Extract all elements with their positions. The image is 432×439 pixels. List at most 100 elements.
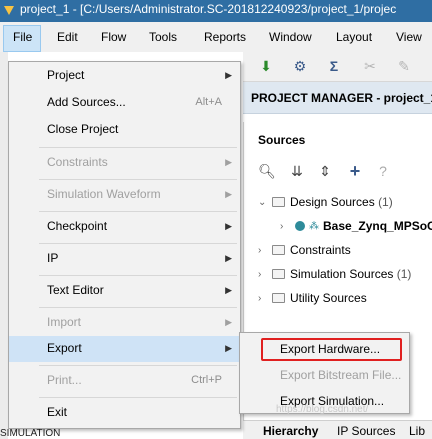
window-title: project_1 - [C:/Users/Administrator.SC-2…: [20, 2, 397, 16]
menu-flow[interactable]: Flow: [101, 30, 126, 44]
menu-item-label: Constraints: [47, 155, 108, 169]
menu-item-label: Checkpoint: [47, 219, 108, 233]
submenu-arrow-icon: ▶: [225, 253, 232, 263]
menu-layout[interactable]: Layout: [336, 30, 372, 44]
menu-item-checkpoint[interactable]: Checkpoint ▶: [9, 214, 240, 240]
tree-label: Design Sources: [290, 195, 375, 209]
tab-hierarchy[interactable]: Hierarchy: [263, 424, 318, 438]
menu-item-constraints[interactable]: Constraints ▶: [9, 150, 240, 176]
tree-label: Constraints: [290, 243, 351, 257]
tab-libraries[interactable]: Lib: [409, 424, 425, 438]
sources-title: Sources: [258, 133, 306, 147]
flow-navigator-edge: [0, 52, 8, 439]
sources-bottom-tabs: Hierarchy IP Sources Lib: [243, 420, 432, 439]
project-manager-header: PROJECT MANAGER - project_1: [243, 82, 432, 114]
tree-label: Simulation Sources: [290, 267, 394, 281]
file-menu-dropdown: Project ▶ Add Sources... Alt+A Close Pro…: [8, 61, 241, 429]
watermark-text: https://blog.csdn.net/: [276, 404, 369, 415]
vivado-logo-icon: [4, 6, 14, 15]
block-design-icon: [295, 221, 305, 231]
submenu-arrow-icon: ▶: [225, 157, 232, 167]
main-toolbar: ⬇ ⚙ Σ ✂ ✎: [243, 52, 432, 82]
submenu-arrow-icon: ▶: [225, 343, 232, 353]
chevron-right-icon[interactable]: ›: [280, 221, 292, 232]
menu-separator: [39, 211, 237, 212]
tree-item-constraints[interactable]: › Constraints: [258, 241, 351, 259]
folder-icon: [272, 245, 285, 255]
menu-item-add-sources[interactable]: Add Sources... Alt+A: [9, 90, 240, 116]
chevron-right-icon[interactable]: ›: [258, 245, 270, 256]
menu-view[interactable]: View: [396, 30, 422, 44]
menu-item-exit[interactable]: Exit: [9, 400, 240, 426]
tree-label: Base_Zynq_MPSoC: [323, 219, 432, 233]
download-icon[interactable]: ⬇: [257, 57, 275, 75]
annotation-highlight-box: [261, 338, 402, 361]
tree-count: (1): [378, 195, 393, 209]
sources-toolbar: 🔍︎ ⇊ ⇕ + ?: [252, 160, 432, 184]
search-icon[interactable]: 🔍︎: [256, 160, 278, 182]
title-bar: project_1 - [C:/Users/Administrator.SC-2…: [0, 0, 432, 22]
tree-item-simulation-sources[interactable]: › Simulation Sources (1): [258, 265, 411, 283]
menu-reports[interactable]: Reports: [204, 30, 246, 44]
menu-item-label: Print...: [47, 373, 82, 387]
gear-icon[interactable]: ⚙: [291, 57, 309, 75]
menu-item-export[interactable]: Export ▶: [9, 336, 240, 362]
menu-separator: [39, 365, 237, 366]
tree-item-base-zynq[interactable]: › ⁂ Base_Zynq_MPSoC: [280, 217, 432, 235]
menu-item-label: Project: [47, 68, 85, 82]
menu-item-import[interactable]: Import ▶: [9, 310, 240, 336]
menu-bar: File Edit Flow Tools Reports Window Layo…: [0, 22, 432, 52]
help-icon[interactable]: ?: [372, 160, 394, 182]
project-manager-title: PROJECT MANAGER - project_1: [251, 91, 432, 105]
menu-separator: [39, 397, 237, 398]
menu-separator: [39, 307, 237, 308]
menu-item-label: Close Project: [47, 122, 119, 136]
folder-icon: [272, 269, 285, 279]
submenu-arrow-icon: ▶: [225, 221, 232, 231]
expand-all-icon[interactable]: ⇕: [314, 160, 336, 182]
menu-edit[interactable]: Edit: [57, 30, 78, 44]
collapse-all-icon[interactable]: ⇊: [286, 160, 308, 182]
menu-item-label: Export Bitstream File...: [280, 368, 402, 382]
pencil-icon[interactable]: ✎: [395, 57, 413, 75]
folder-icon: [272, 293, 285, 303]
add-icon[interactable]: +: [344, 160, 366, 182]
menu-item-print[interactable]: Print... Ctrl+P: [9, 368, 240, 394]
menu-item-project[interactable]: Project ▶: [9, 63, 240, 89]
menu-file[interactable]: File: [13, 30, 32, 44]
menu-separator: [39, 147, 237, 148]
tab-ip-sources[interactable]: IP Sources: [337, 424, 395, 438]
menu-item-label: Export: [47, 341, 82, 355]
menu-item-shortcut: Ctrl+P: [191, 374, 222, 386]
menu-window[interactable]: Window: [269, 30, 312, 44]
folder-icon: [272, 197, 285, 207]
tree-item-utility-sources[interactable]: › Utility Sources: [258, 289, 367, 307]
tree-item-design-sources[interactable]: ⌄ Design Sources (1): [258, 193, 393, 211]
menu-tools[interactable]: Tools: [149, 30, 177, 44]
chevron-right-icon[interactable]: ›: [258, 293, 270, 304]
sigma-icon[interactable]: Σ: [325, 57, 343, 75]
menu-item-shortcut: Alt+A: [195, 96, 222, 108]
menu-separator: [39, 179, 237, 180]
menu-item-label: Import: [47, 315, 82, 329]
menu-item-text-editor[interactable]: Text Editor ▶: [9, 278, 240, 304]
menu-item-label: IP: [47, 251, 59, 265]
hierarchy-icon: ⁂: [309, 220, 319, 232]
tree-count: (1): [396, 267, 412, 281]
simulation-section-label: SIMULATION: [0, 428, 61, 439]
menu-item-ip[interactable]: IP ▶: [9, 246, 240, 272]
menu-separator: [39, 243, 237, 244]
tree-label: Utility Sources: [290, 291, 367, 305]
chevron-down-icon[interactable]: ⌄: [258, 197, 270, 208]
submenu-arrow-icon: ▶: [225, 70, 232, 80]
submenu-arrow-icon: ▶: [225, 285, 232, 295]
submenu-arrow-icon: ▶: [225, 317, 232, 327]
menu-item-export-bitstream[interactable]: Export Bitstream File...: [240, 363, 409, 387]
menu-item-label: Simulation Waveform: [47, 187, 161, 201]
menu-item-close-project[interactable]: Close Project: [9, 117, 240, 143]
submenu-arrow-icon: ▶: [225, 189, 232, 199]
menu-separator: [39, 275, 237, 276]
cut-icon[interactable]: ✂: [361, 57, 379, 75]
chevron-right-icon[interactable]: ›: [258, 269, 270, 280]
menu-item-simulation-waveform[interactable]: Simulation Waveform ▶: [9, 182, 240, 208]
